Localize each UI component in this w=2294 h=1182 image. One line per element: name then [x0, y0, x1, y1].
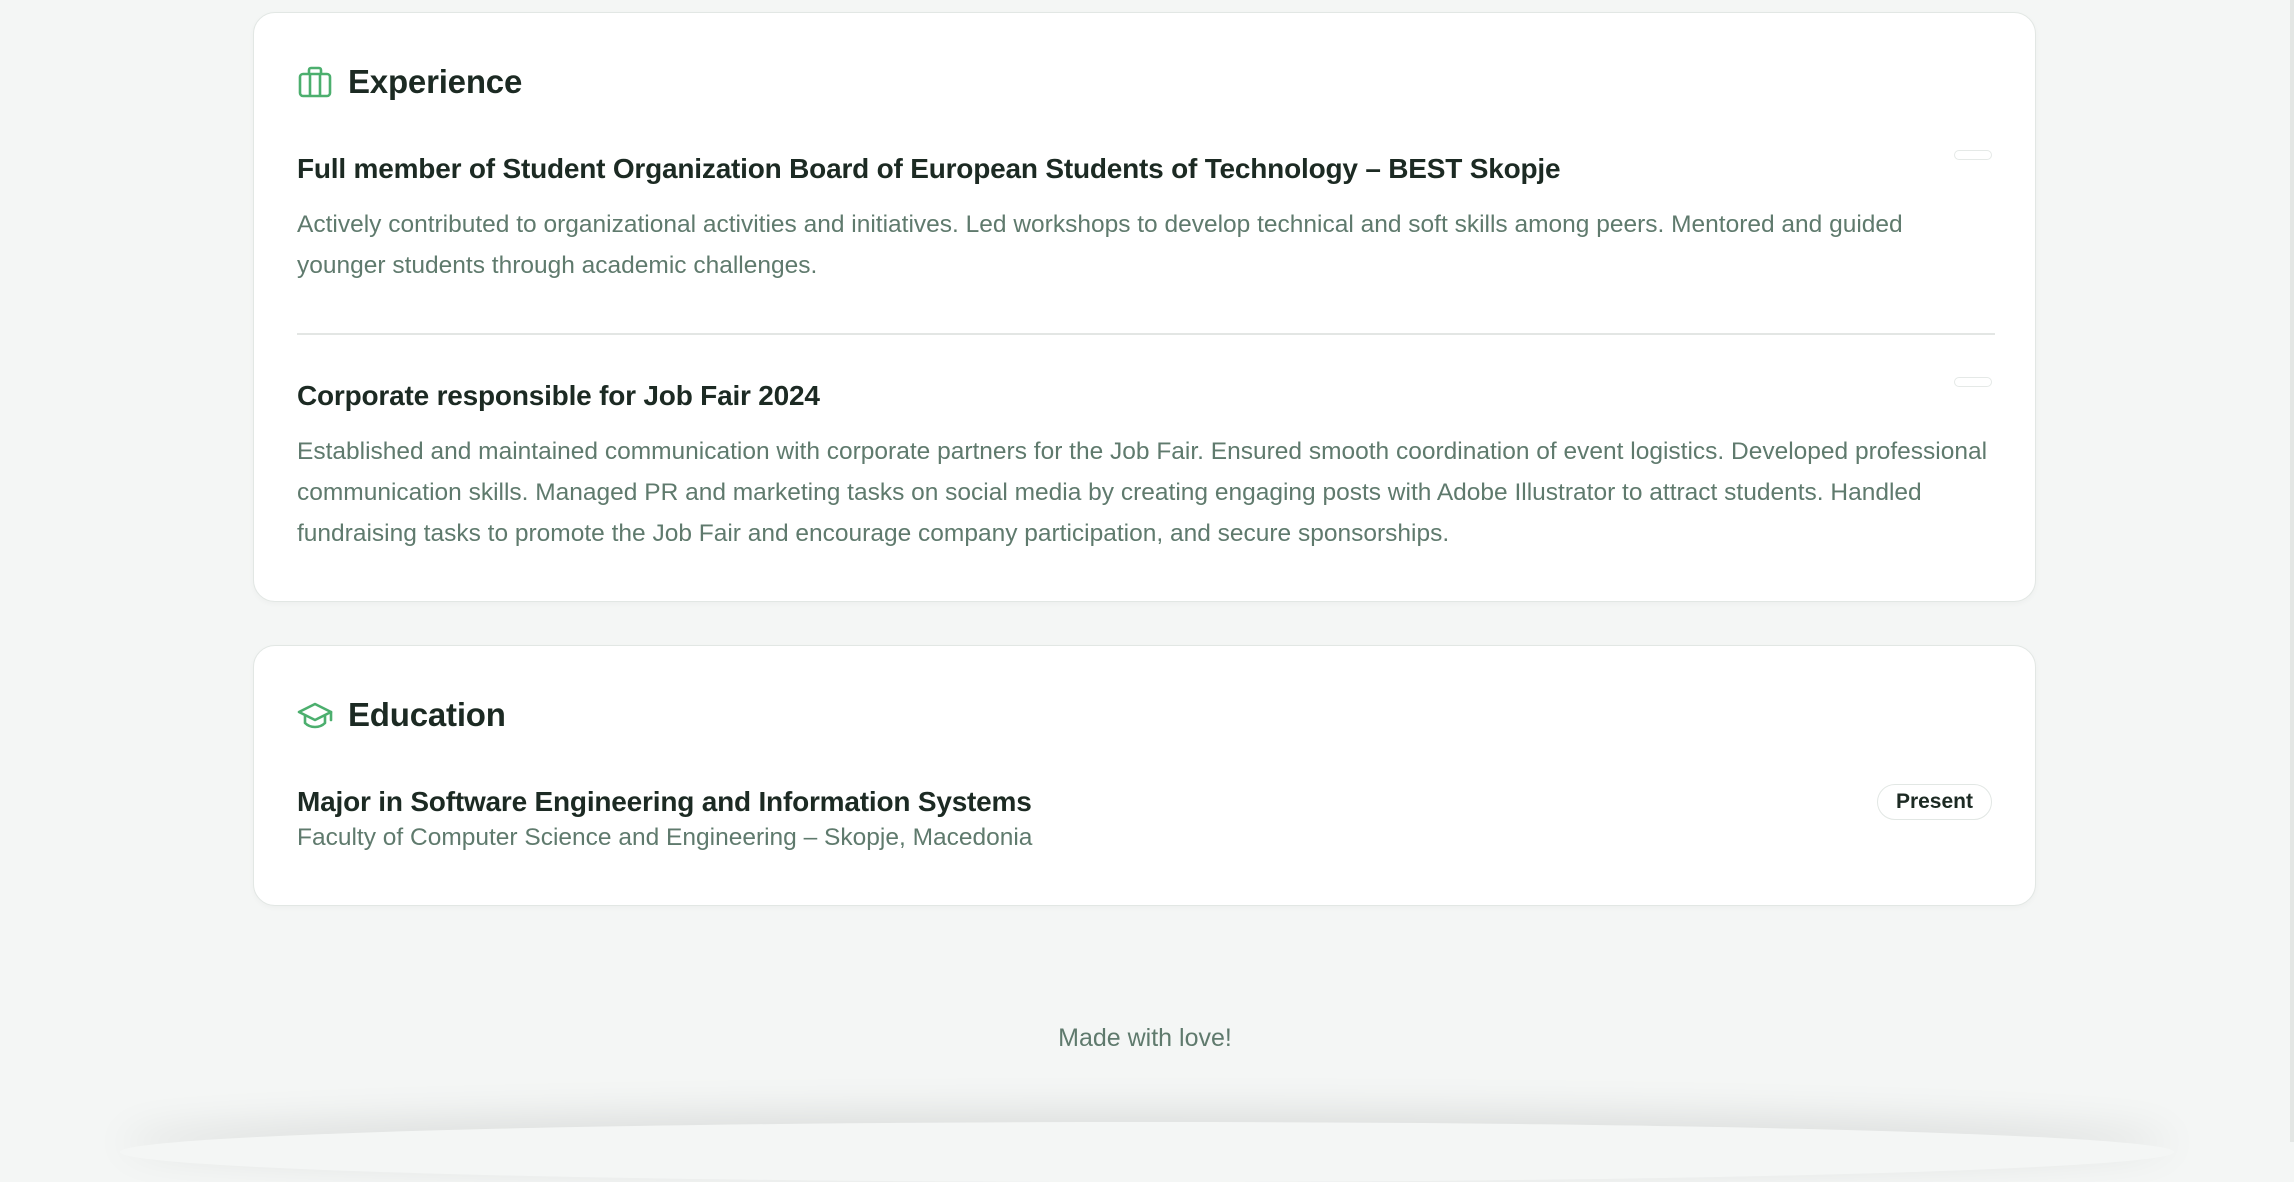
- experience-date-badge: [1954, 150, 1992, 160]
- footer-text: Made with love!: [1058, 1024, 1232, 1052]
- experience-item: Full member of Student Organization Boar…: [297, 151, 1995, 286]
- experience-title: Experience: [348, 63, 523, 100]
- education-item-title: Major in Software Engineering and Inform…: [297, 786, 1032, 817]
- experience-divider: [297, 333, 1995, 335]
- experience-date-badge: [1954, 377, 1992, 387]
- experience-item-title: Corporate responsible for Job Fair 2024: [297, 380, 820, 411]
- experience-item-description: Established and maintained communication…: [297, 438, 1988, 547]
- education-title: Education: [348, 696, 506, 733]
- education-item-institution: Faculty of Computer Science and Engineer…: [297, 824, 1033, 851]
- window-right-edge: [2290, 0, 2294, 1142]
- education-card: Education Major in Software Engineering …: [253, 645, 2036, 906]
- experience-header: Experience: [297, 63, 522, 101]
- education-item: Major in Software Engineering and Inform…: [297, 784, 1995, 854]
- experience-item-title: Full member of Student Organization Boar…: [297, 153, 1561, 184]
- experience-item-description: Actively contributed to organizational a…: [297, 211, 1903, 279]
- education-header: Education: [297, 696, 506, 734]
- graduation-cap-icon: [297, 697, 333, 733]
- briefcase-icon: [297, 64, 333, 100]
- status-badge: Present: [1876, 784, 1992, 820]
- experience-item: Corporate responsible for Job Fair 2024 …: [297, 378, 1995, 554]
- window-bottom-shadow: [120, 1122, 2174, 1182]
- experience-card: Experience Full member of Student Organi…: [253, 12, 2036, 602]
